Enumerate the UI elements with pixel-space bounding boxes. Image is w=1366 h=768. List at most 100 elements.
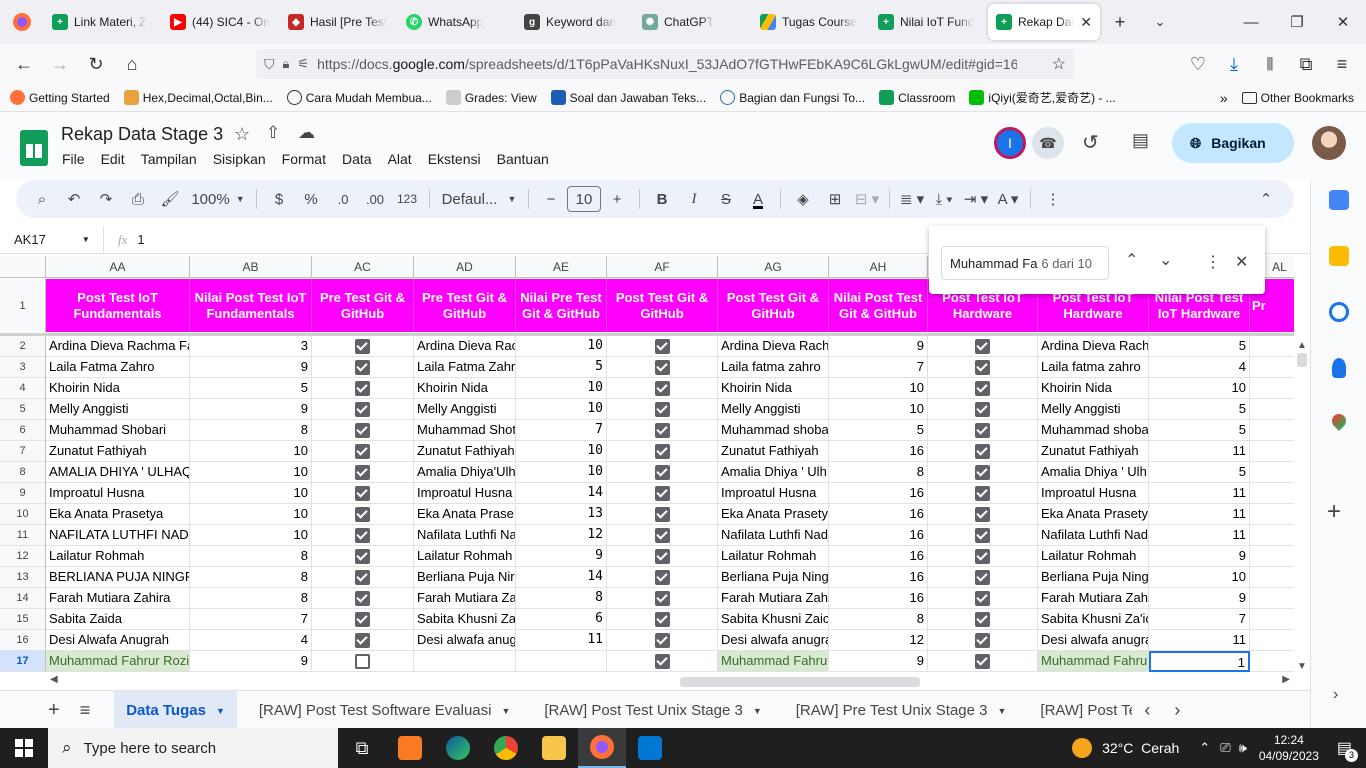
table-cell[interactable]: Sabita Khusni Za [414,609,516,630]
pocket-icon[interactable]: ♡ [1180,46,1216,82]
table-cell[interactable]: Zunatut Fathiyah [718,441,829,462]
menu-format[interactable]: Format [282,151,326,167]
checked-checkbox[interactable] [654,612,670,627]
strikethrough-icon[interactable]: S [710,184,742,214]
vertical-align-icon[interactable]: ⤓ ▾ [928,184,960,214]
checked-checkbox[interactable] [654,339,670,354]
column-header[interactable]: AC [312,256,414,278]
column-header[interactable]: AH [829,256,928,278]
find-next-icon[interactable]: ⌄ [1159,250,1172,270]
row-header[interactable]: 5 [0,399,46,420]
bookmark-item[interactable]: Grades: View [445,90,537,105]
table-cell[interactable] [1250,357,1294,378]
checked-checkbox[interactable] [355,402,370,417]
table-cell[interactable]: Ardina Dieva Rachma Fa [46,336,190,357]
table-cell[interactable]: Muhammad Fahrur Rozi [46,651,190,672]
checked-checkbox[interactable] [975,339,990,354]
table-cell[interactable]: Muhammad Fahrur [718,651,829,672]
taskbar-search[interactable]: ⌕ Type here to search [48,728,338,768]
checked-checkbox[interactable] [975,570,990,585]
table-cell[interactable]: 8 [190,546,312,567]
currency-format-button[interactable]: $ [263,184,295,214]
table-cell[interactable] [928,609,1038,630]
checked-checkbox[interactable] [355,507,370,522]
checked-checkbox[interactable] [654,528,670,543]
sheet-tab-active[interactable]: Data Tugas ▼ [114,690,237,731]
checked-checkbox[interactable] [975,486,990,501]
checked-checkbox[interactable] [654,654,670,669]
table-cell[interactable] [312,609,414,630]
url-bar[interactable]: ⛉ 🔒︎ ⚟ https://docs.google.com/spreadshe… [256,49,1074,79]
bookmark-item[interactable]: Classroom [879,90,955,105]
table-cell[interactable] [928,588,1038,609]
header-cell[interactable]: Nilai Pre Test Git & GitHub [516,279,607,332]
table-cell[interactable]: 11 [1149,504,1250,525]
checked-checkbox[interactable] [975,591,990,606]
table-cell[interactable] [414,651,516,672]
firefox-taskbar-icon[interactable] [578,728,626,768]
table-cell[interactable]: 7 [829,357,928,378]
vscode-icon[interactable] [626,728,674,768]
table-cell[interactable]: Sabita Zaida [46,609,190,630]
windows-start-icon[interactable] [0,728,48,768]
row-header[interactable]: 13 [0,567,46,588]
url-text[interactable]: https://docs.google.com/spreadsheets/d/1… [317,56,1017,72]
share-button[interactable]: 🌐︎ Bagikan [1172,123,1294,163]
sheets-logo-icon[interactable] [20,130,48,166]
row-header[interactable]: 6 [0,420,46,441]
table-cell[interactable] [516,651,607,672]
table-cell[interactable]: 9 [829,651,928,672]
table-cell[interactable]: 7 [190,609,312,630]
column-header[interactable]: AF [607,256,718,278]
weather-widget[interactable]: 32°C Cerah [1072,738,1179,758]
table-cell[interactable]: Khoirin Nida [414,378,516,399]
table-cell[interactable]: Improatul Husna [1038,483,1149,504]
table-cell[interactable]: Farah Mutiara Zahi [718,588,829,609]
table-cell[interactable] [312,630,414,651]
table-cell[interactable]: 10 [190,462,312,483]
scroll-tabs-left-icon[interactable]: ‹ [1132,691,1162,731]
history-icon[interactable]: ↺ [1082,130,1099,155]
percent-format-button[interactable]: % [295,184,327,214]
row-header[interactable]: 10 [0,504,46,525]
table-cell[interactable] [1250,483,1294,504]
shield-icon[interactable]: ⛉ [264,56,275,73]
table-cell[interactable] [607,357,718,378]
account-avatar[interactable] [1312,126,1346,160]
table-cell[interactable] [928,378,1038,399]
table-cell[interactable]: Lailatur Rohmah [1038,546,1149,567]
select-all-corner[interactable] [0,256,46,278]
close-tab-icon[interactable]: ✕ [1080,14,1092,31]
checked-checkbox[interactable] [355,528,370,543]
table-cell[interactable]: 5 [516,357,607,378]
table-cell[interactable] [607,420,718,441]
table-cell[interactable]: 9 [1149,588,1250,609]
table-cell[interactable] [928,630,1038,651]
undo-icon[interactable]: ↶ [58,184,90,214]
comments-icon[interactable]: ▤ [1132,130,1149,151]
checked-checkbox[interactable] [355,612,370,627]
chevron-down-icon[interactable]: ⌄ [1140,4,1180,40]
table-cell[interactable]: 9 [829,336,928,357]
fill-color-icon[interactable]: ◈ [787,184,819,214]
table-cell[interactable]: Ardina Dieva Rach [718,336,829,357]
spreadsheet-grid[interactable]: AAABACADAEAFAGAHAIAJAKAL1Post Test IoT F… [0,256,1294,672]
header-cell[interactable]: Pre Test Git & GitHub [312,279,414,332]
table-cell[interactable]: 16 [829,504,928,525]
table-cell[interactable]: 8 [516,588,607,609]
text-wrap-icon[interactable]: ⇥ ▾ [960,184,992,214]
table-cell[interactable]: Amalia Dhiya ' Ulh [718,462,829,483]
browser-tab[interactable]: g Keyword dan [516,4,634,40]
table-cell[interactable]: 5 [1149,420,1250,441]
table-cell[interactable]: Improatul Husna [46,483,190,504]
table-cell[interactable]: 16 [829,483,928,504]
table-cell[interactable]: 16 [829,441,928,462]
active-cell[interactable]: 1 [1149,651,1250,672]
table-cell[interactable]: 10 [1149,567,1250,588]
table-cell[interactable] [928,504,1038,525]
table-cell[interactable] [607,651,718,672]
bookmark-item[interactable]: Getting Started [10,90,110,105]
lock-icon[interactable]: 🔒︎ [283,56,290,72]
menu-insert[interactable]: Sisipkan [213,151,266,167]
table-cell[interactable]: Farah Mutiara Zahira [46,588,190,609]
